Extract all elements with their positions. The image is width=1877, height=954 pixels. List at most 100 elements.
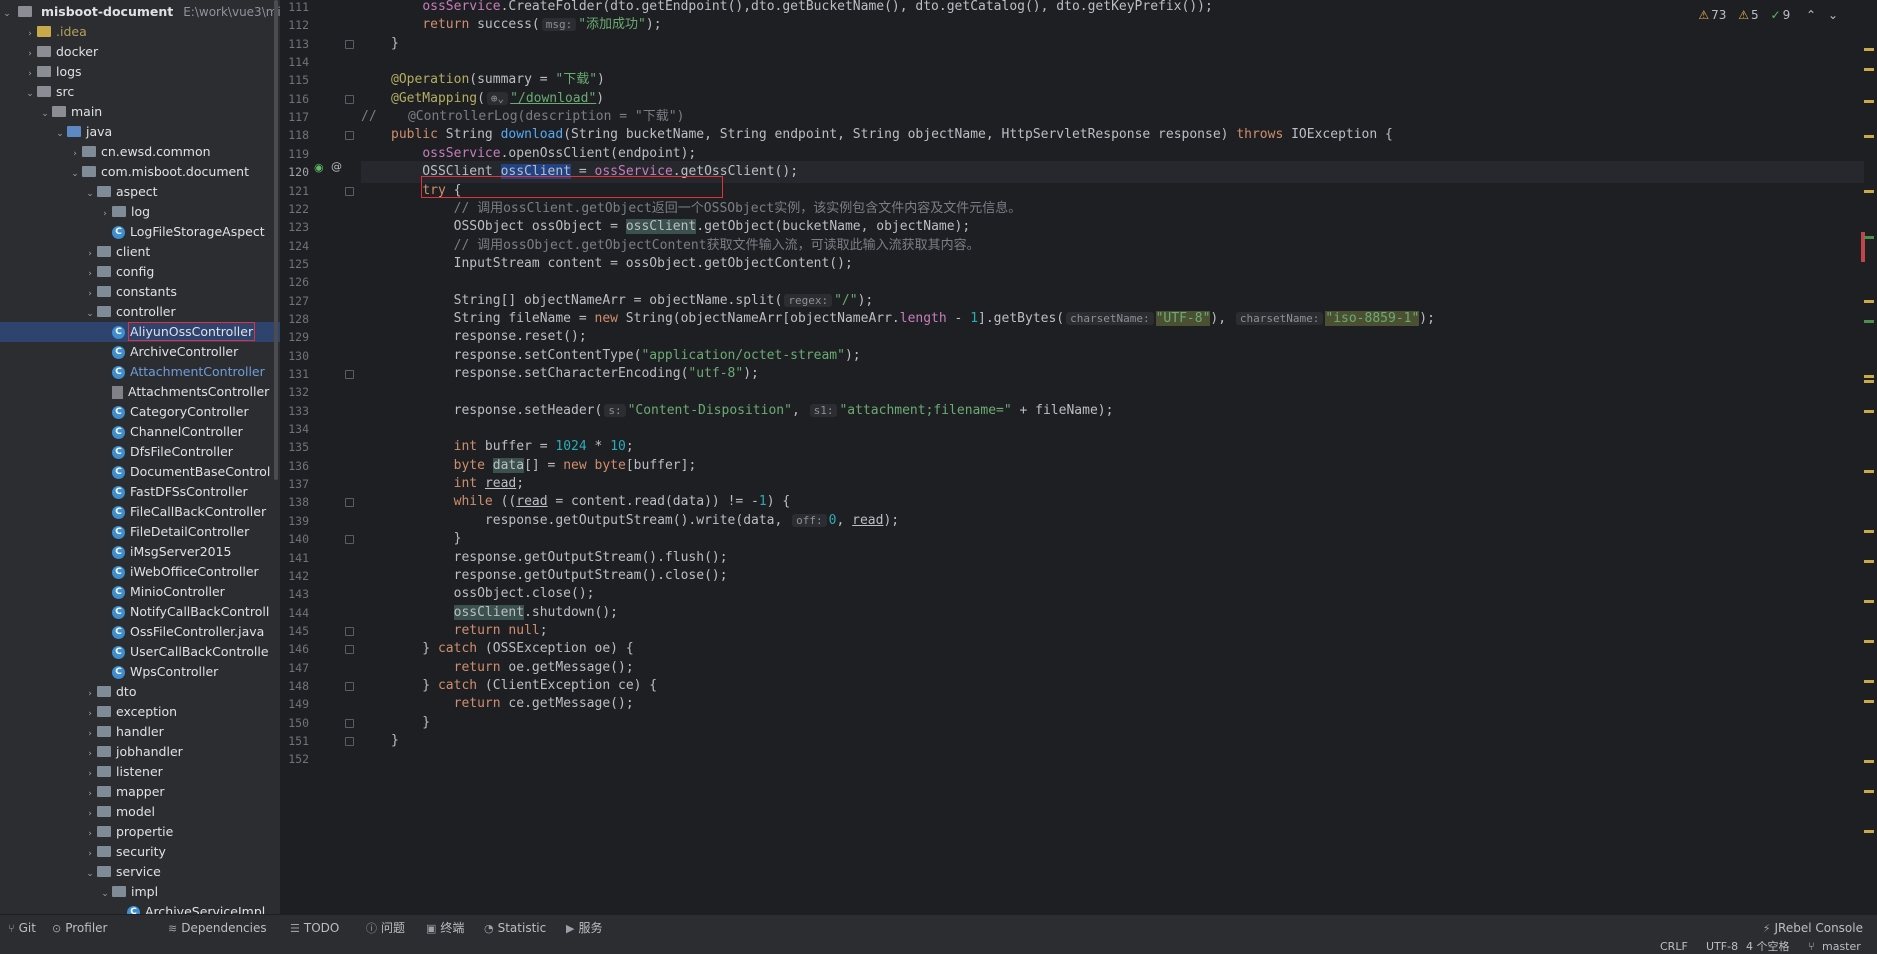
tree-item[interactable]: › client xyxy=(0,242,280,262)
tree-root[interactable]: ⌄ misboot-document E:\work\vue3\misbo xyxy=(0,2,280,22)
chevron-right-icon[interactable]: › xyxy=(83,284,97,304)
toolwindow-button[interactable]: ◔ Statistic xyxy=(484,915,546,941)
tree-item[interactable]: C WpsController xyxy=(0,662,280,682)
fold-icon[interactable] xyxy=(345,370,354,379)
fold-icon[interactable] xyxy=(345,498,354,508)
chevron-down-icon[interactable]: ⌄ xyxy=(83,184,97,204)
tree-item[interactable]: CiMsgServer2015 xyxy=(0,542,280,562)
chevron-right-icon[interactable]: › xyxy=(23,44,37,64)
chevron-right-icon[interactable]: › xyxy=(23,24,37,44)
tree-item[interactable]: C OssFileController.java xyxy=(0,622,280,642)
tree-item[interactable]: › docker xyxy=(0,42,280,62)
fold-icon[interactable] xyxy=(345,131,354,141)
toolwindow-button[interactable]: ⑂ Git xyxy=(8,915,36,941)
tree-item[interactable]: › handler xyxy=(0,722,280,742)
fold-icon[interactable] xyxy=(345,645,354,655)
tree-item[interactable]: ⌄ java xyxy=(0,122,280,142)
chevron-right-icon[interactable]: › xyxy=(83,824,97,844)
fold-icon[interactable] xyxy=(345,39,354,49)
tree-item[interactable]: C CategoryController xyxy=(0,402,280,422)
chevron-right-icon[interactable]: › xyxy=(83,844,97,864)
tree-item[interactable]: C ArchiveServiceImpl xyxy=(0,902,280,914)
tree-item[interactable]: C MinioController xyxy=(0,582,280,602)
tree-item[interactable]: C FileDetailController xyxy=(0,522,280,542)
chevron-right-icon[interactable]: › xyxy=(83,784,97,804)
fold-icon[interactable] xyxy=(345,681,354,691)
tree-item[interactable]: › config xyxy=(0,262,280,282)
toolwindow-button[interactable]: ≋ Dependencies xyxy=(168,915,267,941)
line-number[interactable]: 152 xyxy=(281,748,309,770)
fold-icon[interactable] xyxy=(345,718,354,728)
code-editor[interactable]: ossService.CreateFolder(dto.getEndpoint(… xyxy=(361,0,1864,914)
tree-item[interactable]: ⌄ controller xyxy=(0,302,280,322)
chevron-down-icon[interactable]: ⌄ xyxy=(53,124,67,144)
chevron-right-icon[interactable]: › xyxy=(83,264,97,284)
tree-item[interactable]: C DfsFileController xyxy=(0,442,280,462)
jrebel-console-button[interactable]: ⚡ JRebel Console xyxy=(1763,915,1863,941)
tree-item[interactable]: › constants xyxy=(0,282,280,302)
chevron-right-icon[interactable]: › xyxy=(83,724,97,744)
tree-scrollbar[interactable] xyxy=(274,0,278,480)
chevron-right-icon[interactable]: › xyxy=(83,744,97,764)
tree-item[interactable]: › cn.ewsd.common xyxy=(0,142,280,162)
chevron-down-icon[interactable]: ⌄ xyxy=(68,164,82,184)
toolwindow-button[interactable]: ▣ 终端 xyxy=(426,915,464,941)
git-branch[interactable]: master xyxy=(1822,940,1861,954)
chevron-down-icon[interactable]: ⌄ xyxy=(23,84,37,104)
chevron-right-icon[interactable]: › xyxy=(23,64,37,84)
tree-item[interactable]: ⌄ service xyxy=(0,862,280,882)
chevron-right-icon[interactable]: › xyxy=(83,764,97,784)
chevron-down-icon[interactable]: ⌄ xyxy=(83,864,97,884)
code-line[interactable] xyxy=(361,748,1864,770)
tree-item[interactable]: ⌄ impl xyxy=(0,882,280,902)
tree-item[interactable]: C DocumentBaseControl xyxy=(0,462,280,482)
tree-item[interactable]: ⌄ main xyxy=(0,102,280,122)
chevron-down-icon[interactable]: ⌄ xyxy=(0,4,14,24)
toolwindow-button[interactable]: ▶ 服务 xyxy=(566,915,602,941)
toolwindow-button[interactable]: ⓘ 问题 xyxy=(366,915,405,941)
fold-icon[interactable] xyxy=(345,186,354,196)
tree-item[interactable]: C AttachmentController xyxy=(0,362,280,382)
tree-item[interactable]: C LogFileStorageAspect xyxy=(0,222,280,242)
chevron-right-icon[interactable]: › xyxy=(83,244,97,264)
line-separator[interactable]: CRLF xyxy=(1660,940,1688,954)
tree-item[interactable]: › dto xyxy=(0,682,280,702)
tree-item[interactable]: C NotifyCallBackControll xyxy=(0,602,280,622)
file-encoding[interactable]: UTF-8 xyxy=(1706,940,1738,954)
tree-item[interactable]: › security xyxy=(0,842,280,862)
tree-item[interactable]: ⌄ src xyxy=(0,82,280,102)
chevron-up-icon[interactable]: ⌃ xyxy=(1806,8,1816,22)
tree-item[interactable]: C UserCallBackControlle xyxy=(0,642,280,662)
tree-item[interactable]: AttachmentsController xyxy=(0,382,280,402)
tree-item[interactable]: C FastDFSsController xyxy=(0,482,280,502)
tree-item[interactable]: C AliyunOssController xyxy=(0,322,280,342)
tree-item[interactable]: C ArchiveController xyxy=(0,342,280,362)
tree-item[interactable]: C FileCallBackController xyxy=(0,502,280,522)
tree-item[interactable]: › model xyxy=(0,802,280,822)
tree-item[interactable]: › jobhandler xyxy=(0,742,280,762)
fold-icon[interactable] xyxy=(345,535,354,545)
tree-item[interactable]: › .idea xyxy=(0,22,280,42)
tree-item[interactable]: ⌄ com.misboot.document xyxy=(0,162,280,182)
tree-item[interactable]: › mapper xyxy=(0,782,280,802)
chevron-right-icon[interactable]: › xyxy=(83,804,97,824)
fold-icon[interactable] xyxy=(345,626,354,636)
chevron-down-icon[interactable]: ⌄ xyxy=(83,304,97,324)
fold-icon[interactable] xyxy=(345,94,354,104)
chevron-right-icon[interactable]: › xyxy=(83,704,97,724)
tree-item[interactable]: C ChannelController xyxy=(0,422,280,442)
chevron-down-icon[interactable]: ⌄ xyxy=(38,104,52,124)
tree-item[interactable]: ⌄ aspect xyxy=(0,182,280,202)
endpoint-gutter-icon[interactable]: @ xyxy=(331,160,342,173)
chevron-down-icon[interactable]: ⌄ xyxy=(1828,8,1838,22)
chevron-down-icon[interactable]: ⌄ xyxy=(98,884,112,904)
indent-setting[interactable]: 4 个空格 xyxy=(1746,940,1790,954)
chevron-right-icon[interactable]: › xyxy=(83,684,97,704)
toolwindow-button[interactable]: ☰ TODO xyxy=(290,915,339,941)
run-gutter-icon[interactable]: ◉ xyxy=(314,161,324,174)
toolwindow-button[interactable]: ⊙ Profiler xyxy=(52,915,107,941)
tree-item[interactable]: › logs xyxy=(0,62,280,82)
editor-scrollbar[interactable] xyxy=(1861,0,1877,914)
tree-item[interactable]: › exception xyxy=(0,702,280,722)
tree-item[interactable]: CiWebOfficeController xyxy=(0,562,280,582)
